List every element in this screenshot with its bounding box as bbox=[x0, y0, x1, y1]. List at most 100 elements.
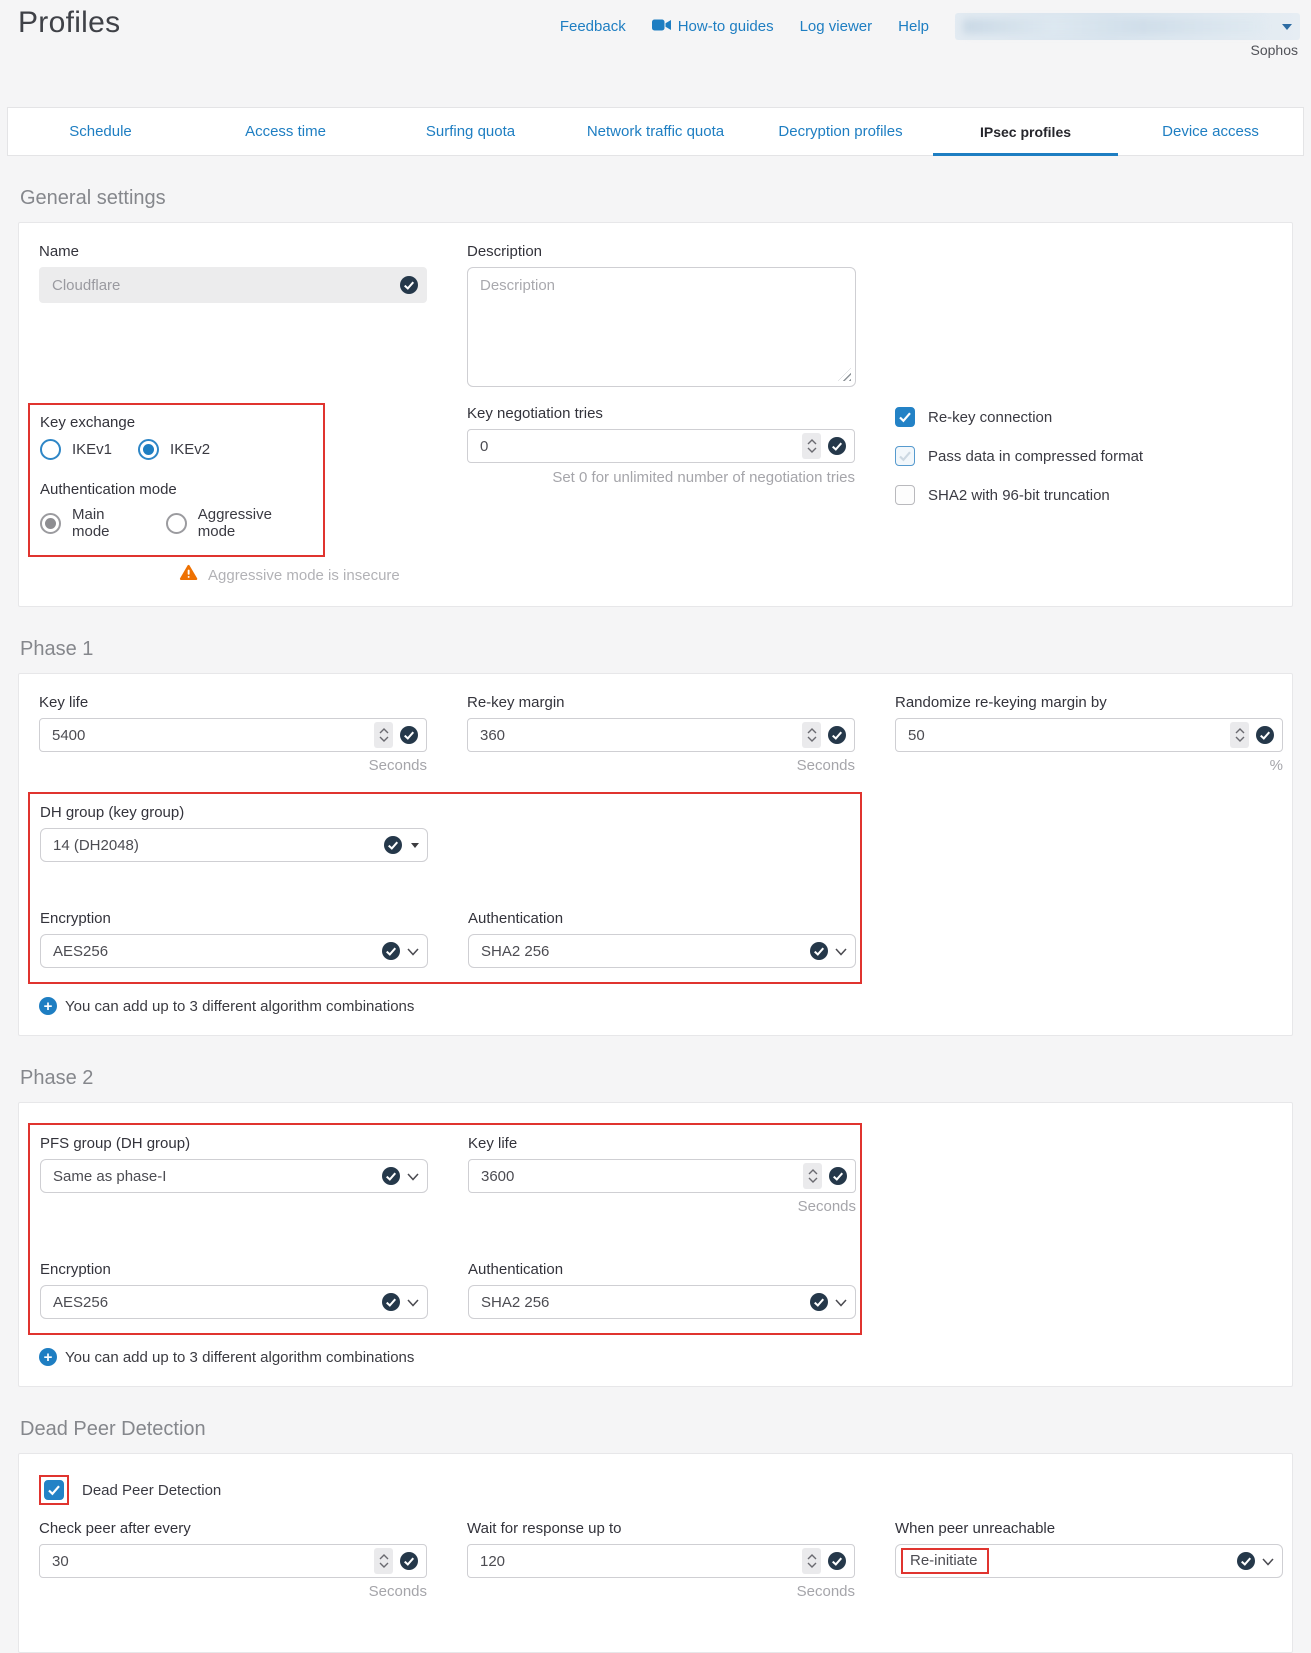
p1-randomize-input[interactable]: 50 bbox=[895, 718, 1283, 752]
p2-key-life-unit: Seconds bbox=[468, 1198, 856, 1215]
number-stepper[interactable] bbox=[802, 433, 821, 459]
p1-randomize-unit: % bbox=[895, 757, 1283, 774]
number-stepper[interactable] bbox=[374, 1548, 393, 1574]
p2-pfs-select[interactable]: Same as phase-I bbox=[40, 1159, 428, 1193]
dpd-enable-label: Dead Peer Detection bbox=[82, 1482, 221, 1499]
number-stepper[interactable] bbox=[1230, 722, 1249, 748]
dpd-wait-response-input[interactable]: 120 bbox=[467, 1544, 855, 1578]
p1-dh-group-select[interactable]: 14 (DH2048) bbox=[40, 828, 428, 862]
number-stepper[interactable] bbox=[802, 722, 821, 748]
p2-authentication-select[interactable]: SHA2 256 bbox=[468, 1285, 856, 1319]
rekey-connection-checkbox-row[interactable]: Re-key connection bbox=[895, 407, 1283, 427]
tab-ipsec-profiles[interactable]: IPsec profiles bbox=[933, 108, 1118, 155]
feedback-link[interactable]: Feedback bbox=[560, 18, 626, 35]
p2-add-note-text: You can add up to 3 different algorithm … bbox=[65, 1349, 414, 1366]
tab-network-traffic-quota[interactable]: Network traffic quota bbox=[563, 108, 748, 155]
valid-check-icon bbox=[400, 726, 418, 744]
radio-ikev1[interactable]: IKEv1 bbox=[40, 439, 112, 460]
tab-surfing-quota[interactable]: Surfing quota bbox=[378, 108, 563, 155]
dpd-check-peer-label: Check peer after every bbox=[39, 1520, 427, 1537]
tab-schedule[interactable]: Schedule bbox=[8, 108, 193, 155]
annotation-box-phase2-algorithms: PFS group (DH group) Same as phase-I Key… bbox=[28, 1123, 862, 1335]
radio-ikev2[interactable]: IKEv2 bbox=[138, 439, 210, 460]
annotation-box-dpd-checkbox bbox=[39, 1475, 69, 1505]
p1-dh-group-value: 14 (DH2048) bbox=[53, 837, 139, 854]
header-nav: Feedback How-to guides Log viewer Help bbox=[560, 13, 1300, 40]
p1-dh-group: DH group (key group) 14 (DH2048) bbox=[40, 804, 428, 862]
dpd-check-peer-value: 30 bbox=[52, 1553, 69, 1570]
radio-aggressive-mode[interactable]: Aggressive mode bbox=[166, 506, 313, 540]
p1-encryption-select[interactable]: AES256 bbox=[40, 934, 428, 968]
p1-encryption-group: Encryption AES256 bbox=[40, 910, 428, 968]
radio-aggressive-mode-label: Aggressive mode bbox=[198, 506, 313, 540]
rekey-connection-label: Re-key connection bbox=[928, 409, 1052, 426]
sha2-truncation-checkbox-row[interactable]: SHA2 with 96-bit truncation bbox=[895, 485, 1283, 505]
description-field-group: Description bbox=[467, 243, 855, 387]
dpd-check-peer-input[interactable]: 30 bbox=[39, 1544, 427, 1578]
number-stepper[interactable] bbox=[374, 722, 393, 748]
dpd-when-unreachable-select[interactable]: Re-initiate bbox=[895, 1544, 1283, 1578]
p2-key-life-input[interactable]: 3600 bbox=[468, 1159, 856, 1193]
key-negotiation-input[interactable]: 0 bbox=[467, 429, 855, 463]
p2-authentication-group: Authentication SHA2 256 bbox=[468, 1261, 856, 1319]
number-stepper[interactable] bbox=[803, 1163, 822, 1189]
tab-device-access[interactable]: Device access bbox=[1118, 108, 1303, 155]
description-input[interactable] bbox=[467, 267, 856, 387]
annotation-box-reinitiate: Re-initiate bbox=[901, 1548, 989, 1574]
dpd-enable-checkbox[interactable] bbox=[44, 1480, 64, 1500]
p1-key-life-unit: Seconds bbox=[39, 757, 427, 774]
key-negotiation-value: 0 bbox=[480, 438, 488, 455]
p2-encryption-value: AES256 bbox=[53, 1294, 108, 1311]
compressed-format-checkbox-row[interactable]: Pass data in compressed format bbox=[895, 446, 1283, 466]
aggressive-mode-warning: Aggressive mode is insecure bbox=[179, 564, 427, 586]
valid-check-icon bbox=[828, 437, 846, 455]
tab-access-time[interactable]: Access time bbox=[193, 108, 378, 155]
options-column: Re-key connection Pass data in compresse… bbox=[895, 403, 1283, 586]
appliance-selector[interactable] bbox=[955, 13, 1300, 40]
checkbox-unchecked-icon bbox=[895, 485, 915, 505]
p1-authentication-group: Authentication SHA2 256 bbox=[468, 910, 856, 968]
sha2-truncation-label: SHA2 with 96-bit truncation bbox=[928, 487, 1110, 504]
chevron-down-icon bbox=[835, 1294, 847, 1311]
valid-check-icon bbox=[384, 836, 402, 854]
help-link[interactable]: Help bbox=[898, 18, 929, 35]
phase1-heading: Phase 1 bbox=[20, 638, 1311, 661]
number-stepper[interactable] bbox=[802, 1548, 821, 1574]
p1-key-life-group: Key life 5400 Seconds bbox=[39, 694, 427, 774]
phase1-card: Key life 5400 Seconds Re-key margin 360 … bbox=[18, 673, 1293, 1036]
valid-check-icon bbox=[1256, 726, 1274, 744]
p2-authentication-label: Authentication bbox=[468, 1261, 856, 1278]
annotation-box-phase1-algorithms: DH group (key group) 14 (DH2048) Encrypt… bbox=[28, 792, 862, 984]
p1-encryption-value: AES256 bbox=[53, 943, 108, 960]
valid-check-icon bbox=[828, 726, 846, 744]
phase2-heading: Phase 2 bbox=[20, 1067, 1311, 1090]
tab-decryption-profiles[interactable]: Decryption profiles bbox=[748, 108, 933, 155]
p1-add-combination[interactable]: + You can add up to 3 different algorith… bbox=[39, 997, 1272, 1015]
log-viewer-link[interactable]: Log viewer bbox=[800, 18, 873, 35]
radio-ikev2-label: IKEv2 bbox=[170, 441, 210, 458]
general-settings-card: Name Cloudflare Description Key exchange bbox=[18, 222, 1293, 607]
p1-rekey-margin-input[interactable]: 360 bbox=[467, 718, 855, 752]
dpd-check-peer-unit: Seconds bbox=[39, 1583, 427, 1600]
name-input[interactable]: Cloudflare bbox=[39, 267, 427, 303]
p2-add-combination[interactable]: + You can add up to 3 different algorith… bbox=[39, 1348, 1272, 1366]
compressed-format-label: Pass data in compressed format bbox=[928, 448, 1143, 465]
howto-guides-link[interactable]: How-to guides bbox=[652, 18, 774, 35]
plus-icon: + bbox=[39, 997, 57, 1015]
p1-key-life-input[interactable]: 5400 bbox=[39, 718, 427, 752]
valid-check-icon bbox=[810, 942, 828, 960]
p1-add-note-text: You can add up to 3 different algorithm … bbox=[65, 998, 414, 1015]
dpd-wait-response-value: 120 bbox=[480, 1553, 505, 1570]
radio-main-mode[interactable]: Main mode bbox=[40, 506, 146, 540]
valid-check-icon bbox=[1237, 1552, 1255, 1570]
radio-disabled-checked-icon bbox=[40, 513, 61, 534]
warning-text: Aggressive mode is insecure bbox=[208, 567, 400, 584]
p2-encryption-select[interactable]: AES256 bbox=[40, 1285, 428, 1319]
p1-authentication-select[interactable]: SHA2 256 bbox=[468, 934, 856, 968]
dpd-when-unreachable-group: When peer unreachable Re-initiate bbox=[895, 1520, 1283, 1600]
valid-check-icon bbox=[400, 276, 418, 294]
valid-check-icon bbox=[400, 1552, 418, 1570]
valid-check-icon bbox=[828, 1552, 846, 1570]
radio-ikev1-label: IKEv1 bbox=[72, 441, 112, 458]
p1-rekey-margin-group: Re-key margin 360 Seconds bbox=[467, 694, 855, 774]
